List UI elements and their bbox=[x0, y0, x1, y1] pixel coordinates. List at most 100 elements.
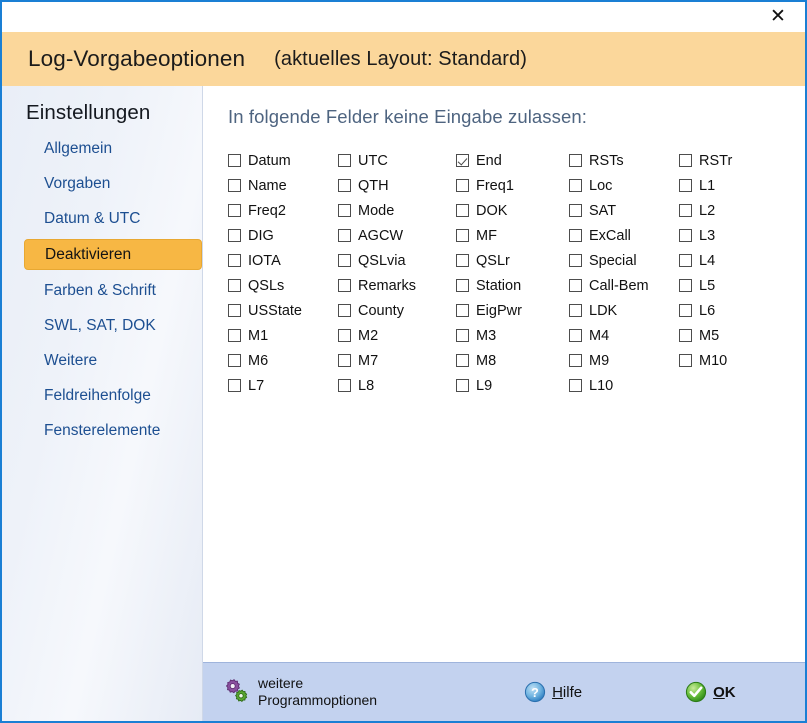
checkbox-box[interactable] bbox=[456, 329, 469, 342]
checkbox-station[interactable]: Station bbox=[456, 278, 569, 294]
checkbox-call-bem[interactable]: Call-Bem bbox=[569, 278, 679, 294]
checkbox-l8[interactable]: L8 bbox=[338, 378, 456, 394]
checkbox-box[interactable] bbox=[456, 379, 469, 392]
checkbox-box[interactable] bbox=[338, 354, 351, 367]
help-button[interactable]: ? Hilfe bbox=[524, 681, 582, 703]
checkbox-l10[interactable]: L10 bbox=[569, 378, 679, 394]
checkbox-box[interactable] bbox=[456, 229, 469, 242]
checkbox-box[interactable] bbox=[338, 304, 351, 317]
checkbox-dok[interactable]: DOK bbox=[456, 203, 569, 219]
checkbox-l7[interactable]: L7 bbox=[228, 378, 338, 394]
checkbox-box[interactable] bbox=[228, 279, 241, 292]
checkbox-box[interactable] bbox=[679, 179, 692, 192]
checkbox-loc[interactable]: Loc bbox=[569, 178, 679, 194]
sidebar-item-allgemein[interactable]: Allgemein bbox=[2, 134, 202, 163]
checkbox-box[interactable] bbox=[228, 379, 241, 392]
checkbox-box[interactable] bbox=[679, 329, 692, 342]
checkbox-m5[interactable]: M5 bbox=[679, 328, 789, 344]
checkbox-box[interactable] bbox=[569, 179, 582, 192]
checkbox-qth[interactable]: QTH bbox=[338, 178, 456, 194]
checkbox-box[interactable] bbox=[228, 304, 241, 317]
checkbox-l9[interactable]: L9 bbox=[456, 378, 569, 394]
checkbox-datum[interactable]: Datum bbox=[228, 153, 338, 169]
checkbox-qslr[interactable]: QSLr bbox=[456, 253, 569, 269]
checkbox-box[interactable] bbox=[228, 204, 241, 217]
checkbox-m4[interactable]: M4 bbox=[569, 328, 679, 344]
checkbox-box[interactable] bbox=[228, 329, 241, 342]
checkbox-box[interactable] bbox=[569, 304, 582, 317]
checkbox-box[interactable] bbox=[338, 254, 351, 267]
sidebar-item-swl-sat-dok[interactable]: SWL, SAT, DOK bbox=[2, 311, 202, 340]
checkbox-utc[interactable]: UTC bbox=[338, 153, 456, 169]
checkbox-m2[interactable]: M2 bbox=[338, 328, 456, 344]
checkbox-box[interactable] bbox=[338, 154, 351, 167]
checkmark-icon[interactable] bbox=[456, 154, 469, 167]
checkbox-box[interactable] bbox=[456, 279, 469, 292]
checkbox-box[interactable] bbox=[456, 304, 469, 317]
checkbox-usstate[interactable]: USState bbox=[228, 303, 338, 319]
checkbox-m7[interactable]: M7 bbox=[338, 353, 456, 369]
checkbox-box[interactable] bbox=[228, 254, 241, 267]
checkbox-box[interactable] bbox=[569, 279, 582, 292]
checkbox-l4[interactable]: L4 bbox=[679, 253, 789, 269]
checkbox-l6[interactable]: L6 bbox=[679, 303, 789, 319]
sidebar-item-fensterelemente[interactable]: Fensterelemente bbox=[2, 416, 202, 445]
checkbox-box[interactable] bbox=[338, 329, 351, 342]
sidebar-item-datum-utc[interactable]: Datum & UTC bbox=[2, 204, 202, 233]
checkbox-ldk[interactable]: LDK bbox=[569, 303, 679, 319]
checkbox-box[interactable] bbox=[456, 204, 469, 217]
checkbox-box[interactable] bbox=[679, 204, 692, 217]
checkbox-box[interactable] bbox=[338, 229, 351, 242]
checkbox-box[interactable] bbox=[338, 179, 351, 192]
checkbox-box[interactable] bbox=[338, 279, 351, 292]
checkbox-qslvia[interactable]: QSLvia bbox=[338, 253, 456, 269]
checkbox-box[interactable] bbox=[679, 229, 692, 242]
checkbox-m3[interactable]: M3 bbox=[456, 328, 569, 344]
checkbox-box[interactable] bbox=[569, 379, 582, 392]
checkbox-box[interactable] bbox=[569, 354, 582, 367]
checkbox-rstr[interactable]: RSTr bbox=[679, 153, 789, 169]
checkbox-end[interactable]: End bbox=[456, 153, 569, 169]
checkbox-box[interactable] bbox=[679, 279, 692, 292]
checkbox-freq1[interactable]: Freq1 bbox=[456, 178, 569, 194]
checkbox-m1[interactable]: M1 bbox=[228, 328, 338, 344]
checkbox-sat[interactable]: SAT bbox=[569, 203, 679, 219]
checkbox-rsts[interactable]: RSTs bbox=[569, 153, 679, 169]
checkbox-box[interactable] bbox=[456, 254, 469, 267]
checkbox-dig[interactable]: DIG bbox=[228, 228, 338, 244]
checkbox-l5[interactable]: L5 bbox=[679, 278, 789, 294]
checkbox-box[interactable] bbox=[569, 204, 582, 217]
checkbox-box[interactable] bbox=[228, 229, 241, 242]
checkbox-box[interactable] bbox=[338, 204, 351, 217]
checkbox-box[interactable] bbox=[569, 154, 582, 167]
checkbox-remarks[interactable]: Remarks bbox=[338, 278, 456, 294]
checkbox-mf[interactable]: MF bbox=[456, 228, 569, 244]
checkbox-box[interactable] bbox=[569, 229, 582, 242]
sidebar-item-weitere[interactable]: Weitere bbox=[2, 346, 202, 375]
checkbox-box[interactable] bbox=[679, 254, 692, 267]
checkbox-box[interactable] bbox=[228, 179, 241, 192]
ok-button[interactable]: OK bbox=[685, 681, 736, 703]
checkbox-freq2[interactable]: Freq2 bbox=[228, 203, 338, 219]
checkbox-excall[interactable]: ExCall bbox=[569, 228, 679, 244]
checkbox-qsls[interactable]: QSLs bbox=[228, 278, 338, 294]
checkbox-box[interactable] bbox=[569, 254, 582, 267]
checkbox-l3[interactable]: L3 bbox=[679, 228, 789, 244]
checkbox-box[interactable] bbox=[456, 354, 469, 367]
checkbox-box[interactable] bbox=[228, 354, 241, 367]
checkbox-box[interactable] bbox=[228, 154, 241, 167]
checkbox-mode[interactable]: Mode bbox=[338, 203, 456, 219]
close-icon[interactable]: ✕ bbox=[757, 2, 799, 30]
checkbox-box[interactable] bbox=[569, 329, 582, 342]
sidebar-item-vorgaben[interactable]: Vorgaben bbox=[2, 169, 202, 198]
checkbox-l2[interactable]: L2 bbox=[679, 203, 789, 219]
checkbox-box[interactable] bbox=[679, 354, 692, 367]
checkbox-county[interactable]: County bbox=[338, 303, 456, 319]
checkbox-agcw[interactable]: AGCW bbox=[338, 228, 456, 244]
more-program-options-button[interactable]: weitere Programmoptionen bbox=[221, 675, 377, 709]
checkbox-box[interactable] bbox=[456, 179, 469, 192]
checkbox-m10[interactable]: M10 bbox=[679, 353, 789, 369]
checkbox-box[interactable] bbox=[338, 379, 351, 392]
checkbox-iota[interactable]: IOTA bbox=[228, 253, 338, 269]
checkbox-m9[interactable]: M9 bbox=[569, 353, 679, 369]
